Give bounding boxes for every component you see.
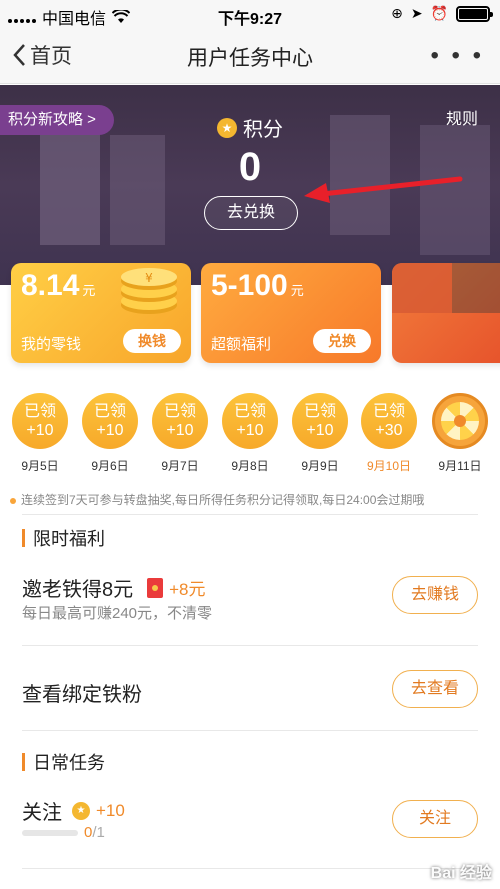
checkin-points: +10 [26, 422, 54, 439]
checkin-day: 已领 +10 9月6日 [82, 393, 138, 474]
checkin-date: 9月9日 [301, 459, 339, 473]
task-reward: +8元 [169, 580, 206, 599]
progress-total: /1 [92, 824, 105, 841]
bonus-amount: 5-100 [211, 269, 288, 302]
svg-text:¥: ¥ [145, 271, 153, 285]
checkin-day: 已领 +30 9月10日 [361, 393, 417, 474]
checkin-date: 9月11日 [438, 459, 482, 473]
alarm-icon: ⏰ [430, 5, 448, 21]
exchange-cash-button[interactable]: 换钱 [123, 329, 181, 353]
promo-image [392, 263, 452, 313]
notice-text: 连续签到7天可参与转盘抽奖,每日所得任务积分记得领取,每日24:00会过期哦 [21, 493, 425, 507]
checkin-status: 已领 [372, 403, 405, 420]
checkin-status: 已领 [23, 403, 56, 420]
annotation-arrow-icon [304, 176, 463, 203]
task-progress-text: 0/1 [84, 824, 105, 841]
checkin-notice: 连续签到7天可参与转盘抽奖,每日所得任务积分记得领取,每日24:00会过期哦 [10, 491, 495, 508]
checkin-badge: 已领 +10 [222, 393, 278, 449]
wallet-amount: 8.14 [21, 269, 80, 302]
redeem-button[interactable]: 去兑换 [204, 196, 298, 230]
checkin-date: 9月7日 [161, 459, 199, 473]
divider [22, 645, 478, 646]
checkin-status: 已领 [233, 403, 266, 420]
back-label: 首页 [30, 45, 72, 68]
checkin-badge: 已领 +10 [292, 393, 348, 449]
promo-card[interactable] [392, 263, 500, 363]
follow-button[interactable]: 关注 [392, 800, 478, 838]
wallet-label: 我的零钱 [21, 336, 82, 353]
task-subtitle: 每日最高可赚240元，不清零 [22, 605, 213, 622]
task-title: 关注 [22, 802, 62, 824]
section-title: 限时福利 [33, 529, 105, 549]
checkin-day: 已领 +10 9月8日 [222, 393, 278, 474]
lottery-wheel-day[interactable]: 9月11日 [432, 393, 488, 474]
checkin-badge: 已领 +10 [82, 393, 138, 449]
checkin-date: 9月8日 [231, 459, 269, 473]
section-marker [22, 529, 25, 547]
promo-image [452, 263, 500, 313]
task-view-fans: 查看绑定铁粉 [22, 678, 142, 707]
view-fans-button[interactable]: 去查看 [392, 670, 478, 708]
page-title: 用户任务中心 [187, 47, 313, 70]
section-daily: 日常任务 [22, 749, 105, 775]
rotation-lock-icon: ⊕ [391, 5, 403, 21]
section-marker [22, 753, 25, 771]
checkin-day: 已领 +10 9月7日 [152, 393, 208, 474]
star-coin-icon: ★ [72, 801, 90, 820]
bullet-icon [10, 497, 16, 504]
battery-icon [456, 5, 493, 22]
watermark: Bai 经验 [430, 865, 492, 882]
checkin-day: 已领 +10 9月5日 [12, 393, 68, 474]
checkin-row: 已领 +10 9月5日 已领 +10 9月6日 已领 +10 9月7日 已领 +… [0, 393, 500, 473]
bonus-unit: 元 [290, 283, 304, 298]
task-reward: +10 [96, 800, 125, 820]
bonus-card[interactable]: 5-100 元 超额福利 兑换 [201, 263, 381, 363]
checkin-points: +30 [375, 422, 403, 439]
checkin-badge: 已领 +10 [12, 393, 68, 449]
divider [22, 868, 478, 869]
task-follow: 关注 ★ +10 [22, 796, 125, 825]
checkin-points: +10 [96, 422, 124, 439]
redeem-bonus-button[interactable]: 兑换 [313, 329, 371, 353]
task-title: 查看绑定铁粉 [22, 684, 142, 706]
back-button[interactable]: 首页 [12, 40, 72, 70]
checkin-points: +10 [306, 422, 334, 439]
checkin-status: 已领 [93, 403, 126, 420]
nav-bar: 首页 用户任务中心 • • • [0, 28, 500, 84]
location-icon: ➤ [410, 5, 423, 21]
checkin-status: 已领 [163, 403, 196, 420]
more-button[interactable]: • • • [430, 42, 484, 70]
divider [22, 514, 478, 515]
earn-money-button[interactable]: 去赚钱 [392, 576, 478, 614]
task-progress-bar [22, 830, 78, 836]
checkin-points: +10 [166, 422, 194, 439]
checkin-day: 已领 +10 9月9日 [292, 393, 348, 474]
points-banner: 积分新攻略 > 规则 ★ 积分 0 去兑换 [0, 85, 500, 285]
section-title: 日常任务 [33, 753, 105, 773]
checkin-points: +10 [236, 422, 264, 439]
checkin-date: 9月5日 [21, 459, 59, 473]
checkin-date: 9月10日 [366, 459, 412, 473]
star-coin-icon: ★ [217, 117, 237, 138]
checkin-date: 9月6日 [91, 459, 129, 473]
wallet-unit: 元 [82, 283, 96, 298]
chevron-left-icon [13, 44, 25, 66]
task-title: 邀老铁得8元 [22, 579, 134, 601]
lottery-wheel-icon[interactable] [432, 393, 488, 449]
status-bar: 中国电信 下午9:27 ⊕ ➤ ⏰ [0, 0, 500, 28]
task-invite: 邀老铁得8元 +8元 [22, 573, 206, 602]
red-packet-icon [147, 577, 164, 598]
checkin-status: 已领 [303, 403, 336, 420]
wallet-card[interactable]: 8.14 元 ¥ 我的零钱 换钱 [11, 263, 191, 363]
points-label: 积分 [243, 119, 283, 141]
points-header: ★ 积分 [0, 113, 500, 142]
divider [22, 730, 478, 731]
section-limited: 限时福利 [22, 525, 105, 551]
checkin-badge: 已领 +10 [152, 393, 208, 449]
checkin-badge: 已领 +30 [361, 393, 417, 449]
coins-icon: ¥ [121, 268, 177, 314]
bonus-label: 超额福利 [211, 336, 272, 353]
